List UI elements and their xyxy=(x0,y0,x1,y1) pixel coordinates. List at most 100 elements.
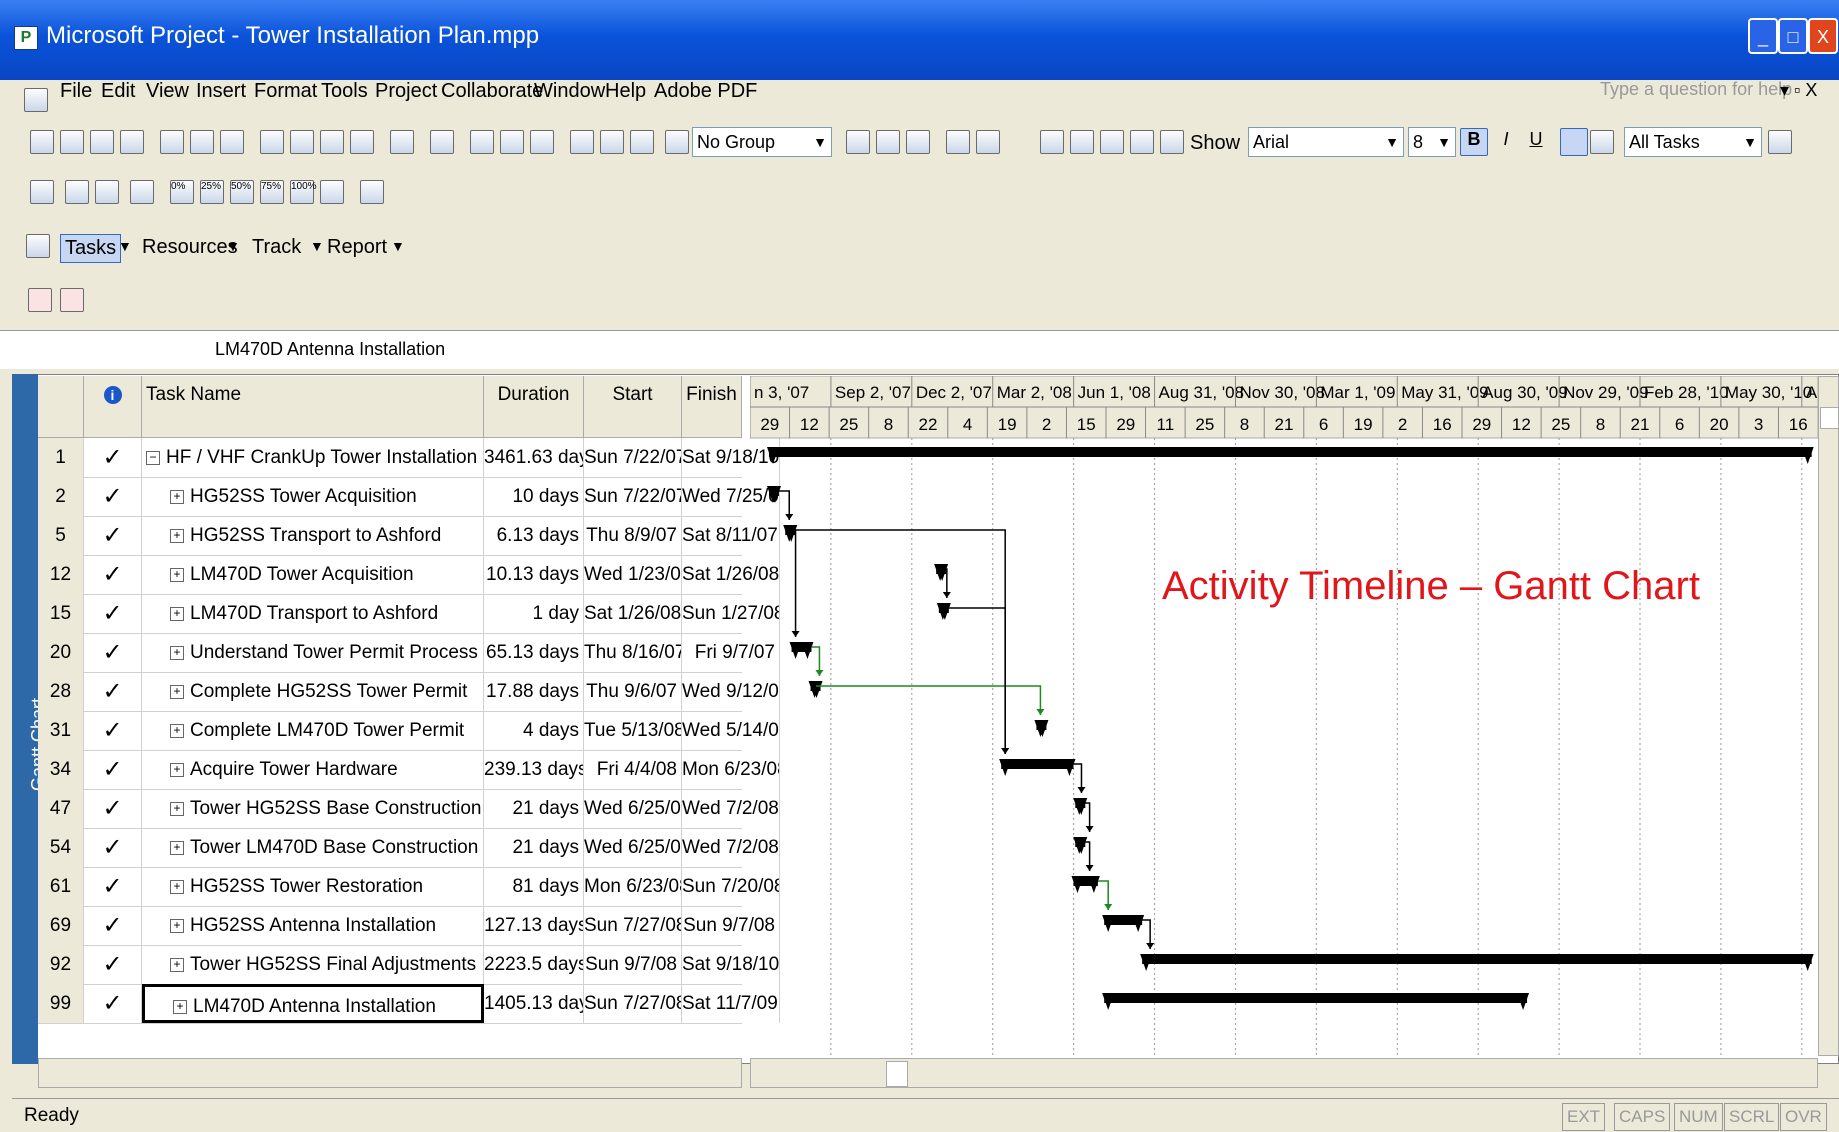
task-name-cell[interactable]: + LM470D Tower Acquisition xyxy=(142,555,484,594)
start-cell[interactable]: Wed 6/25/08 xyxy=(584,789,682,828)
convert-to-pdf-icon[interactable] xyxy=(28,288,52,312)
expand-icon[interactable]: + xyxy=(170,801,184,816)
guide-resources-button[interactable]: Resources xyxy=(142,236,238,259)
guide-toggle-icon[interactable] xyxy=(26,234,50,258)
table-horizontal-scrollbar[interactable] xyxy=(38,1058,742,1088)
start-cell[interactable]: Thu 9/6/07 xyxy=(584,672,682,711)
new-icon[interactable] xyxy=(30,130,54,154)
group-select[interactable]: No Group ▼ xyxy=(692,127,832,157)
collapse-icon[interactable]: − xyxy=(146,450,160,465)
expand-icon[interactable]: + xyxy=(170,567,184,582)
start-cell[interactable]: Sun 7/27/08 xyxy=(584,906,682,945)
table-row[interactable]: 15 ✓ + LM470D Transport to Ashford 1 day Sat … xyxy=(38,594,780,634)
expand-icon[interactable]: + xyxy=(170,489,184,504)
project-statistics-icon[interactable] xyxy=(30,180,54,204)
menu-help[interactable]: Help xyxy=(605,80,646,103)
chart-horizontal-scrollbar[interactable] xyxy=(750,1058,1818,1088)
chart-scroll-thumb[interactable] xyxy=(886,1061,908,1087)
table-row[interactable]: 31 ✓ + Complete LM470D Tower Permit 4 days Tu… xyxy=(38,711,780,751)
link-tasks-icon[interactable] xyxy=(470,130,494,154)
view-bar[interactable]: Gantt Chart xyxy=(12,374,48,1064)
percent-50-button[interactable]: 50% xyxy=(230,180,254,204)
outdent-icon[interactable] xyxy=(1040,130,1064,154)
underline-button[interactable]: U xyxy=(1522,128,1550,156)
start-cell[interactable]: Wed 1/23/08 xyxy=(584,555,682,594)
row-id[interactable]: 54 xyxy=(38,828,84,867)
assign-resources-icon[interactable] xyxy=(630,130,654,154)
zoom-in-icon[interactable] xyxy=(846,130,870,154)
row-id[interactable]: 28 xyxy=(38,672,84,711)
row-id[interactable]: 47 xyxy=(38,789,84,828)
update-tasks-icon[interactable] xyxy=(320,180,344,204)
task-name-cell[interactable]: + Tower LM470D Base Construction xyxy=(142,828,484,867)
start-cell[interactable]: Wed 6/25/08 xyxy=(584,828,682,867)
guide-report-button[interactable]: Report xyxy=(327,236,387,259)
show-icon[interactable] xyxy=(1160,130,1184,154)
align-left-icon[interactable] xyxy=(1560,128,1588,156)
table-row[interactable]: 2 ✓ + HG52SS Tower Acquisition 10 days Sun 7/… xyxy=(38,477,780,517)
percent-75-button[interactable]: 75% xyxy=(260,180,284,204)
print-icon[interactable] xyxy=(160,130,184,154)
task-name-cell[interactable]: + HG52SS Transport to Ashford xyxy=(142,516,484,555)
percent-25-button[interactable]: 25% xyxy=(200,180,224,204)
start-cell[interactable]: Sat 1/26/08 xyxy=(584,594,682,633)
table-row[interactable]: 61 ✓ + HG52SS Tower Restoration 81 days Mon 6… xyxy=(38,867,780,907)
filter-select[interactable]: All Tasks ▼ xyxy=(1624,127,1762,157)
expand-icon[interactable]: + xyxy=(170,606,184,621)
row-id[interactable]: 12 xyxy=(38,555,84,594)
row-id[interactable]: 92 xyxy=(38,945,84,984)
menu-edit[interactable]: Edit xyxy=(101,80,135,103)
expand-icon[interactable]: + xyxy=(170,528,184,543)
duration-cell[interactable]: 1405.13 days xyxy=(484,984,584,1023)
task-name-column-header[interactable]: Task Name xyxy=(142,376,484,438)
table-row[interactable]: 5 ✓ + HG52SS Transport to Ashford 6.13 days T… xyxy=(38,516,780,556)
gantt-chart[interactable]: n 3, '07 Sep 2, '07 Dec 2, '07 Mar 2, '08 Ju… xyxy=(750,376,1818,1064)
start-column-header[interactable]: Start xyxy=(584,376,682,438)
document-icon[interactable] xyxy=(24,88,48,112)
expand-icon[interactable]: + xyxy=(170,879,184,894)
task-name-cell[interactable]: + Acquire Tower Hardware xyxy=(142,750,484,789)
menu-file[interactable]: File xyxy=(60,80,92,103)
row-id[interactable]: 69 xyxy=(38,906,84,945)
tasks-dropdown-arrow[interactable]: ▼ xyxy=(118,238,132,254)
task-info-icon[interactable] xyxy=(570,130,594,154)
font-select[interactable]: Arial ▼ xyxy=(1248,127,1404,157)
publish-icon[interactable] xyxy=(665,130,689,154)
zoom-out-icon[interactable] xyxy=(876,130,900,154)
expand-icon[interactable]: + xyxy=(170,723,184,738)
table-row[interactable]: 34 ✓ + Acquire Tower Hardware 239.13 days Fri… xyxy=(38,750,780,790)
search-icon[interactable] xyxy=(120,130,144,154)
task-name-cell[interactable]: + LM470D Transport to Ashford xyxy=(142,594,484,633)
task-name-cell[interactable]: − HF / VHF CrankUp Tower Installation xyxy=(142,438,484,477)
expand-icon[interactable]: + xyxy=(170,684,184,699)
duration-column-header[interactable]: Duration xyxy=(484,376,584,438)
track-dropdown-arrow[interactable]: ▼ xyxy=(310,238,324,254)
menu-collaborate[interactable]: Collaborate xyxy=(441,80,543,103)
guide-track-button[interactable]: Track xyxy=(252,236,301,259)
duration-cell[interactable]: 81 days xyxy=(484,867,584,906)
task-name-cell[interactable]: + LM470D Antenna Installation xyxy=(142,984,484,1023)
indicators-column-header[interactable]: i xyxy=(84,376,142,438)
vertical-scroll-thumb[interactable] xyxy=(1820,407,1839,429)
format-painter-icon[interactable] xyxy=(350,130,374,154)
hide-subtasks-icon[interactable] xyxy=(1130,130,1154,154)
task-notes-icon[interactable] xyxy=(600,130,624,154)
row-id[interactable]: 34 xyxy=(38,750,84,789)
duration-cell[interactable]: 4 days xyxy=(484,711,584,750)
undo-icon[interactable] xyxy=(390,130,414,154)
percent-100-button[interactable]: 100% xyxy=(290,180,317,204)
task-name-cell[interactable]: + Complete HG52SS Tower Permit xyxy=(142,672,484,711)
bold-button[interactable]: B xyxy=(1460,128,1488,156)
hyperlink-icon[interactable] xyxy=(430,130,454,154)
open-icon[interactable] xyxy=(60,130,84,154)
row-id[interactable]: 5 xyxy=(38,516,84,555)
add-progress-line-icon[interactable] xyxy=(130,180,154,204)
pdf-email-icon[interactable] xyxy=(60,288,84,312)
doc-restore-icon[interactable]: ▾ ▫ X xyxy=(1780,80,1817,101)
start-cell[interactable]: Sun 7/22/07 xyxy=(584,477,682,516)
table-row[interactable]: 1 ✓ − HF / VHF CrankUp Tower Installation 34… xyxy=(38,438,780,478)
show-subtasks-icon[interactable] xyxy=(1100,130,1124,154)
menu-view[interactable]: View xyxy=(146,80,189,103)
duration-cell[interactable]: 17.88 days xyxy=(484,672,584,711)
reschedule-work-icon[interactable] xyxy=(95,180,119,204)
